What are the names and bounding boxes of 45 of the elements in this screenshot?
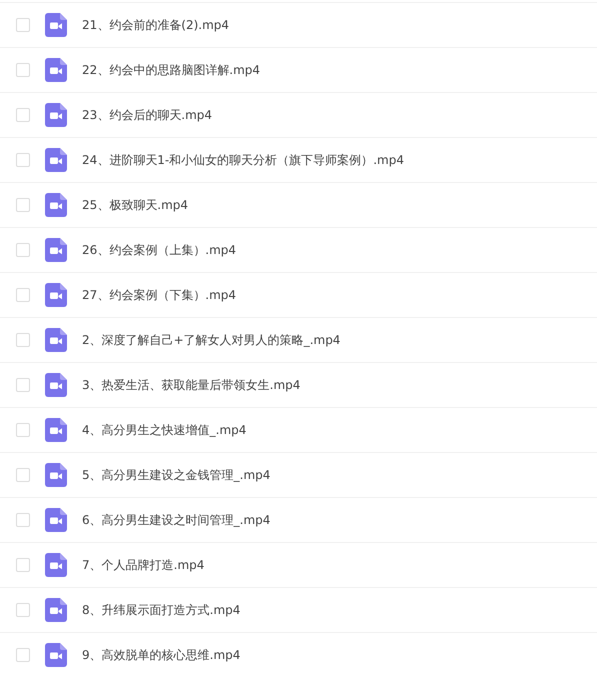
- file-checkbox[interactable]: [16, 468, 30, 482]
- file-checkbox[interactable]: [16, 378, 30, 392]
- file-name[interactable]: 21、约会前的准备(2).mp4: [82, 16, 230, 34]
- video-file-icon: [45, 283, 67, 307]
- file-name[interactable]: 2、深度了解自己+了解女人对男人的策略_.mp4: [82, 331, 340, 349]
- file-checkbox[interactable]: [16, 63, 30, 77]
- video-file-icon: [45, 373, 67, 397]
- video-file-icon: [45, 193, 67, 217]
- file-name[interactable]: 26、约会案例（上集）.mp4: [82, 241, 236, 259]
- file-name[interactable]: 4、高分男生之快速增值_.mp4: [82, 421, 246, 439]
- file-name[interactable]: 25、极致聊天.mp4: [82, 196, 188, 214]
- file-name[interactable]: 8、升纬展示面打造方式.mp4: [82, 601, 240, 619]
- file-checkbox[interactable]: [16, 648, 30, 662]
- file-checkbox[interactable]: [16, 333, 30, 347]
- file-checkbox[interactable]: [16, 423, 30, 437]
- file-checkbox[interactable]: [16, 198, 30, 212]
- video-file-icon: [45, 328, 67, 352]
- file-checkbox[interactable]: [16, 558, 30, 572]
- file-name[interactable]: 24、进阶聊天1-和小仙女的聊天分析（旗下导师案例）.mp4: [82, 151, 404, 169]
- file-checkbox[interactable]: [16, 243, 30, 257]
- file-name[interactable]: 22、约会中的思路脑图详解.mp4: [82, 61, 260, 79]
- file-checkbox[interactable]: [16, 153, 30, 167]
- video-file-icon: [45, 553, 67, 577]
- video-file-icon: [45, 418, 67, 442]
- file-name[interactable]: 7、个人品牌打造.mp4: [82, 556, 204, 574]
- video-file-icon: [45, 508, 67, 532]
- file-checkbox[interactable]: [16, 18, 30, 32]
- video-file-icon: [45, 463, 67, 487]
- video-file-icon: [45, 598, 67, 622]
- file-name[interactable]: 6、高分男生建设之时间管理_.mp4: [82, 511, 270, 529]
- file-name[interactable]: 9、高效脱单的核心思维.mp4: [82, 646, 240, 664]
- file-checkbox[interactable]: [16, 513, 30, 527]
- file-checkbox[interactable]: [16, 603, 30, 617]
- file-name[interactable]: 3、热爱生活、获取能量后带领女生.mp4: [82, 376, 300, 394]
- video-file-icon: [45, 148, 67, 172]
- file-checkbox[interactable]: [16, 288, 30, 302]
- video-file-icon: [45, 103, 67, 127]
- file-checkbox[interactable]: [16, 108, 30, 122]
- video-file-icon: [45, 58, 67, 82]
- file-name[interactable]: 27、约会案例（下集）.mp4: [82, 286, 236, 304]
- file-name[interactable]: 23、约会后的聊天.mp4: [82, 106, 212, 124]
- video-file-icon: [45, 13, 67, 37]
- video-file-icon: [45, 643, 67, 667]
- file-name[interactable]: 5、高分男生建设之金钱管理_.mp4: [82, 466, 270, 484]
- video-file-icon: [45, 238, 67, 262]
